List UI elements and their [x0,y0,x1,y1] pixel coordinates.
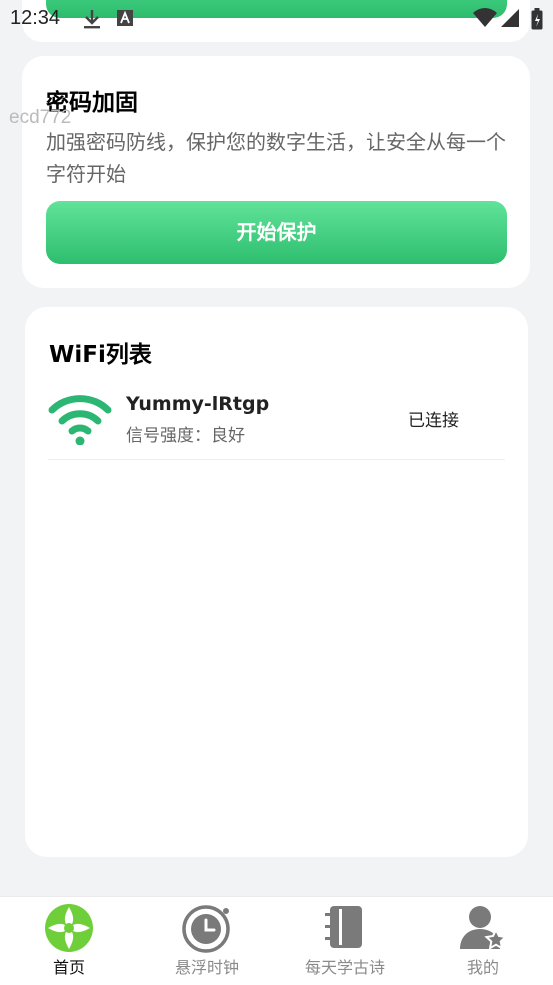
nav-item-floating-clock[interactable]: 悬浮时钟 [138,897,276,985]
wifi-name: Yummy-lRtgp [126,393,270,415]
nav-item-mine[interactable]: 我的 [414,897,552,985]
wifi-icon [48,393,112,449]
download-icon [82,8,102,34]
wifi-status-icon [473,8,497,32]
clock-icon [182,903,232,957]
wifi-list-item[interactable]: Yummy-lRtgp 信号强度：良好 已连接 [48,387,505,460]
nav-label-home: 首页 [52,958,85,977]
password-card-description: 加强密码防线，保护您的数字生活，让安全从每一个字符开始 [46,130,506,186]
notification-app-icon [116,8,134,32]
nav-label-floating-clock: 悬浮时钟 [174,958,239,977]
wifi-list-card: WiFi列表 Yummy-lRtgp 信号强度：良好 已连接 [25,307,528,857]
password-hardening-card: 密码加固 加强密码防线，保护您的数字生活，让安全从每一个字符开始 开始保护 [22,56,530,288]
nav-item-home[interactable]: 首页 [0,897,138,985]
start-protection-button[interactable]: 开始保护 [46,201,507,264]
wifi-connection-status: 已连接 [408,411,459,431]
home-logo-icon [44,903,94,957]
cell-signal-icon [500,8,520,32]
wifi-list-title: WiFi列表 [49,342,152,368]
user-icon [458,903,508,955]
wifi-signal-strength: 信号强度：良好 [126,426,245,446]
status-time: 12:34 [10,7,61,29]
bottom-navigation: 首页 悬浮时钟 每天学古诗 我的 [0,896,553,985]
book-icon [325,903,365,955]
nav-item-daily-poem[interactable]: 每天学古诗 [276,897,414,985]
status-bar: 12:34 [0,0,553,38]
nav-label-mine: 我的 [466,958,499,977]
watermark-text: ecd772 [9,107,72,128]
battery-icon [531,8,543,34]
nav-label-daily-poem: 每天学古诗 [304,958,385,977]
